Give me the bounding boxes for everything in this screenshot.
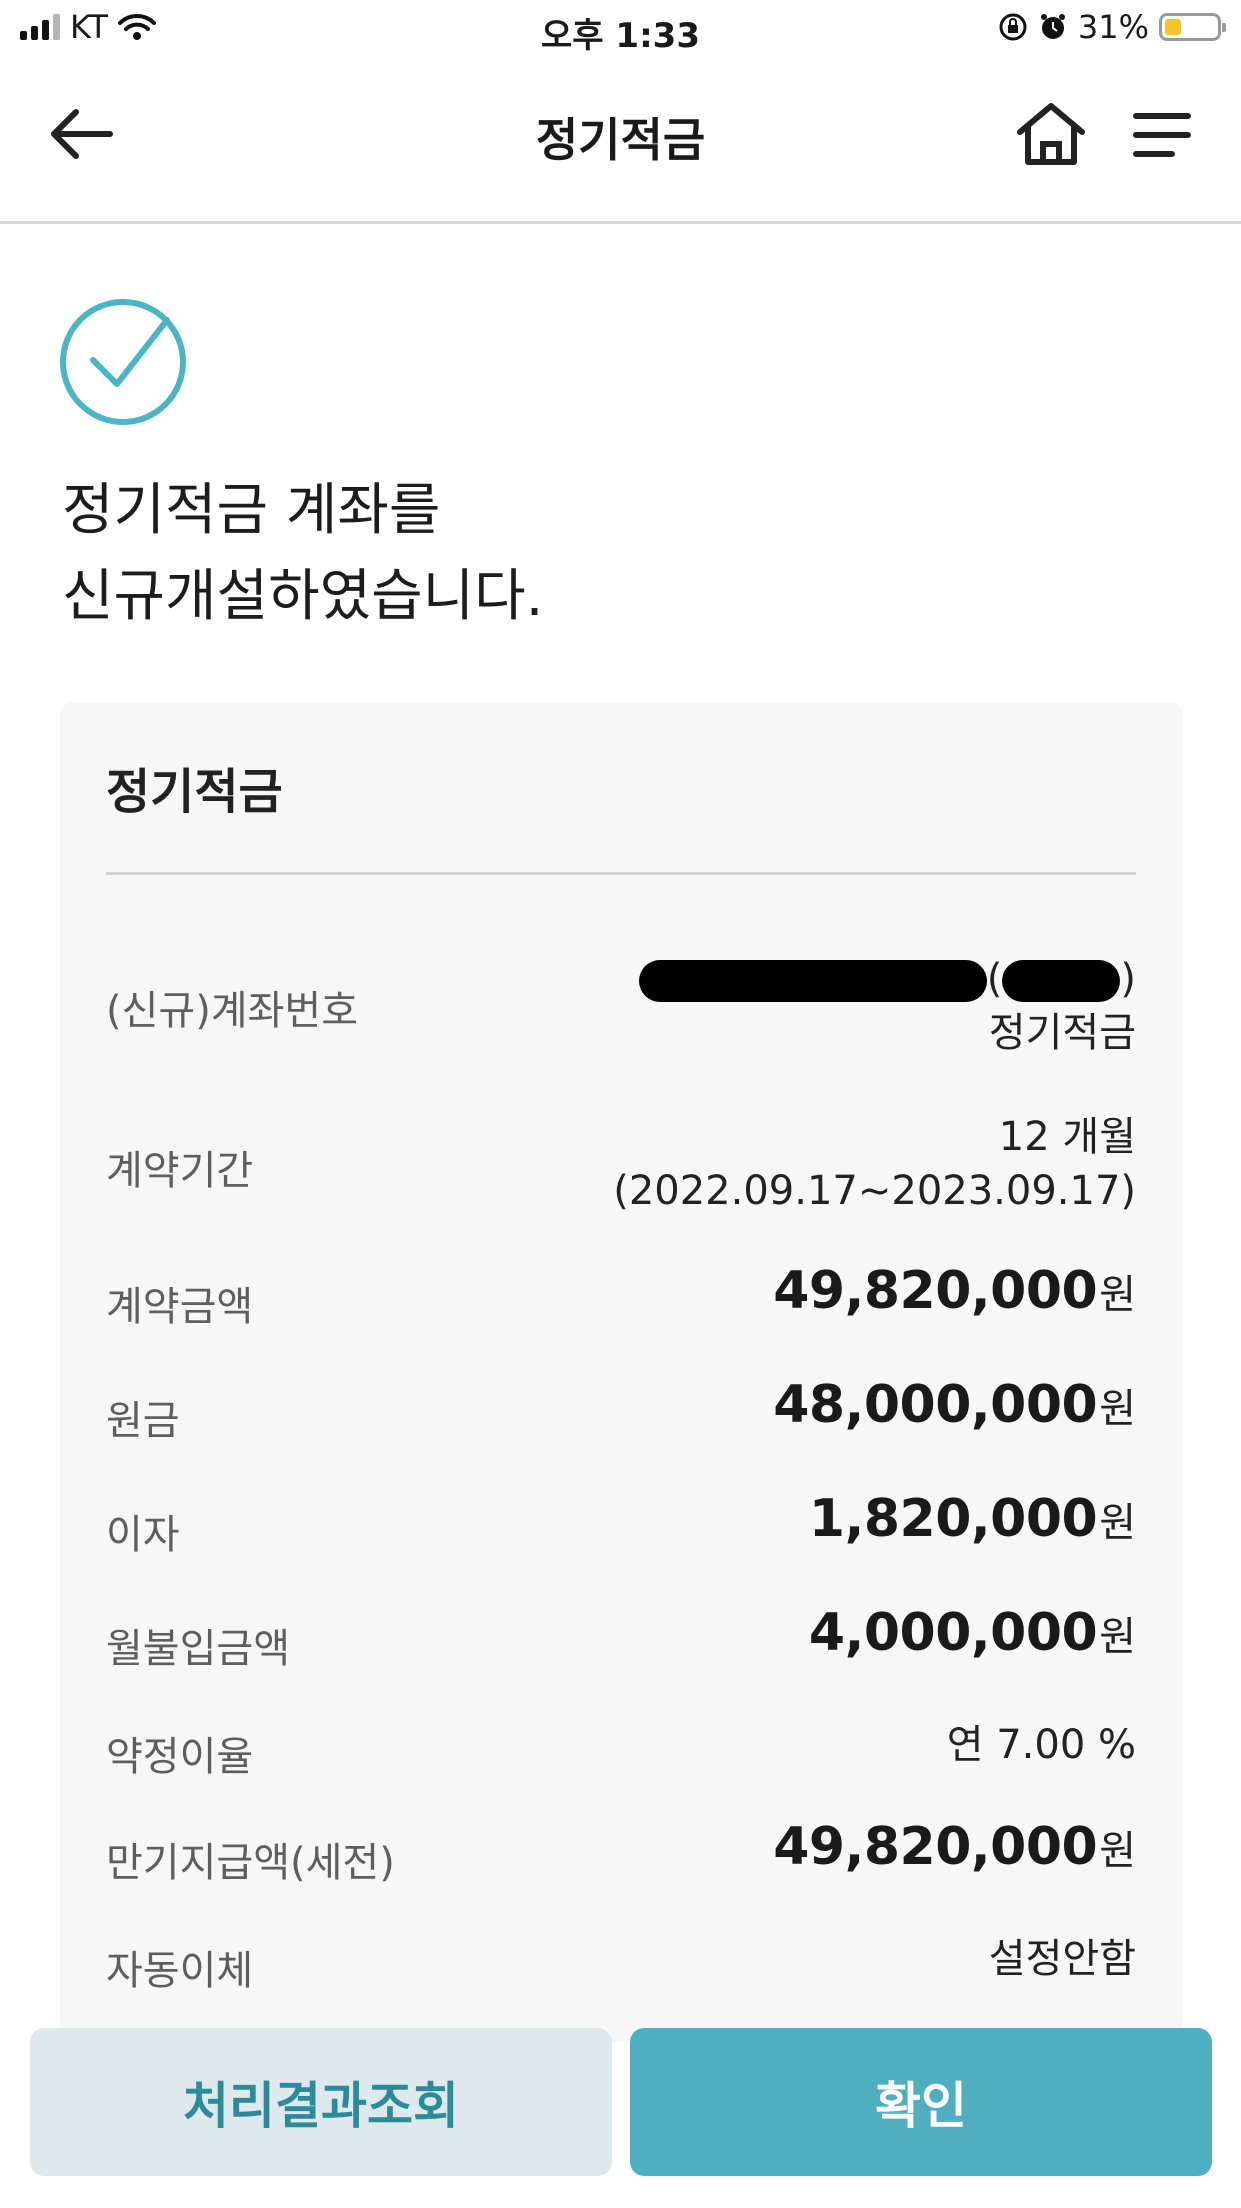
account-number-label: (신규)계좌번호: [106, 988, 359, 1034]
redacted-account-alias: [1002, 960, 1121, 1002]
currency-unit: 원: [1099, 1828, 1136, 1874]
interest-rate-value: 연 7.00 %: [946, 1722, 1136, 1768]
status-bar: KT 오후 1:33 31%: [0, 0, 1241, 62]
monthly-deposit-label: 월불입금액: [106, 1626, 290, 1672]
account-number-value: () 정기적금: [638, 952, 1136, 1060]
check-circle-icon: [60, 299, 186, 425]
maturity-payout-value: 49,820,000원: [773, 1820, 1136, 1878]
contract-period-label: 계약기간: [106, 1148, 254, 1194]
card-title: 정기적금: [106, 764, 283, 820]
contract-dates: (2022.09.17~2023.09.17): [613, 1168, 1136, 1214]
interest-label: 이자: [106, 1512, 180, 1558]
monthly-deposit-amount: 4,000,000: [808, 1603, 1098, 1663]
auto-transfer-label: 자동이체: [106, 1948, 254, 1994]
confirm-button[interactable]: 확인: [630, 2028, 1212, 2176]
contract-amount: 49,820,000: [773, 1261, 1098, 1321]
auto-transfer-value: 설정안함: [988, 1936, 1136, 1982]
currency-unit: 원: [1099, 1500, 1136, 1546]
alarm-icon: [1040, 14, 1065, 39]
result-line-2: 신규개설하였습니다.: [62, 564, 544, 629]
account-number-line: (): [638, 952, 1136, 1006]
principal-value: 48,000,000원: [773, 1378, 1136, 1436]
principal-amount: 48,000,000: [773, 1375, 1098, 1435]
header: 정기적금: [0, 62, 1241, 224]
redacted-account-number: [638, 960, 987, 1002]
maturity-payout-amount: 49,820,000: [773, 1817, 1098, 1877]
interest-amount: 1,820,000: [808, 1489, 1098, 1549]
monthly-deposit-value: 4,000,000원: [809, 1606, 1136, 1664]
contract-amount-value: 49,820,000원: [773, 1264, 1136, 1322]
maturity-payout-label: 만기지급액(세전): [106, 1840, 395, 1886]
battery-percent: 31%: [1077, 8, 1149, 46]
card-divider: [106, 872, 1136, 875]
battery-icon: [1159, 13, 1226, 41]
status-right: 31%: [998, 8, 1226, 46]
interest-rate-label: 약정이율: [106, 1734, 254, 1780]
principal-label: 원금: [106, 1398, 180, 1444]
interest-value: 1,820,000원: [809, 1492, 1136, 1550]
currency-unit: 원: [1099, 1614, 1136, 1660]
orientation-lock-icon: [999, 13, 1027, 41]
result-line-1: 정기적금 계좌를: [62, 478, 441, 543]
menu-icon[interactable]: [1132, 110, 1192, 160]
query-result-button[interactable]: 처리결과조회: [30, 2028, 612, 2176]
currency-unit: 원: [1099, 1272, 1136, 1318]
contract-period-value: 12 개월 (2022.09.17~2023.09.17): [613, 1110, 1136, 1218]
currency-unit: 원: [1099, 1386, 1136, 1432]
contract-amount-label: 계약금액: [106, 1284, 254, 1330]
account-details-card: 정기적금 (신규)계좌번호 () 정기적금 계약기간 12 개월 (2022.0…: [60, 702, 1182, 2042]
contract-months: 12 개월: [998, 1114, 1136, 1160]
result-message: 정기적금 계좌를 신규개설하였습니다.: [62, 468, 543, 640]
account-product-name: 정기적금: [988, 1010, 1136, 1056]
home-icon[interactable]: [1014, 100, 1088, 168]
